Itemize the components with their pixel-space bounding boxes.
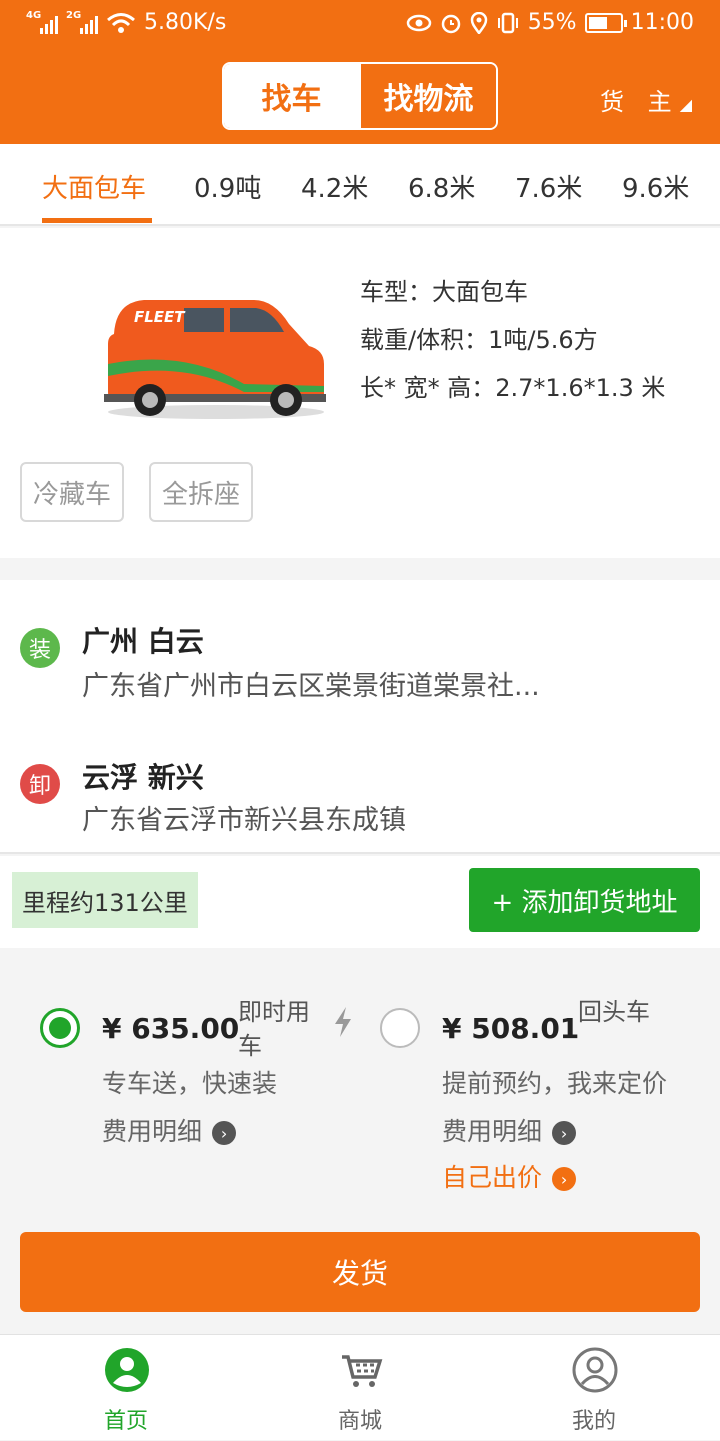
option-refrigerated[interactable]: 冷藏车 [20,462,124,522]
ship-button[interactable]: 发货 [20,1232,700,1312]
instant-price: ¥ 635.00 [102,1012,240,1045]
van-image: FLEET [104,300,326,419]
chevron-right-icon: › [552,1167,577,1191]
app-header: 4G 2G 5.80K/s 55% 11:00 找车 找物流 货 主◢ [0,0,720,144]
return-price-radio[interactable] [380,1008,420,1048]
vehicle-tab[interactable]: 6.8米 [408,168,475,205]
nav-label: 商城 [337,1409,382,1434]
status-bar: 4G 2G 5.80K/s 55% 11:00 [0,0,720,48]
cart-icon [342,1355,383,1387]
add-unload-address-button[interactable]: + 添加卸货地址 [469,868,700,932]
nav-label: 首页 [103,1409,148,1434]
return-price: ¥ 508.01 [442,1012,580,1045]
vehicle-card: FLEET 车型：大面包车 载重/体积：1吨/5.6方 长* 宽* 高：2.7*… [0,228,720,558]
chevron-right-icon: › [212,1121,237,1145]
load-address[interactable]: 广东省广州市白云区棠景街道棠景社... [82,664,540,703]
svg-text:FLEET: FLEET [134,308,186,326]
vehicle-tab[interactable]: 9.6米 [622,168,689,205]
instant-tag: 即时用 [238,998,310,1026]
load-badge: 装 [20,628,60,668]
nav-mall[interactable]: 商城 [240,1335,480,1441]
vehicle-type: 车型：大面包车 [360,278,528,306]
battery-icon [584,12,627,33]
fee-detail-label: 费用明细 [102,1117,203,1146]
instant-fee-detail[interactable]: 费用明细 › [102,1112,237,1148]
vehicle-tab[interactable]: 0.9吨 [194,168,261,205]
eye-icon [406,14,431,31]
role-switcher[interactable]: 货 主◢ [600,82,692,117]
tab-find-logistics[interactable]: 找物流 [359,64,496,128]
user-home-icon [105,1348,149,1392]
lightning-icon [335,1007,351,1037]
alarm-icon [441,14,460,33]
mode-switch: 找车 找物流 [222,62,498,130]
self-bid-link[interactable]: 自己出价 › [442,1158,577,1194]
route-card: 装 广州 白云 广东省广州市白云区棠景街道棠景社... 卸 云浮 新兴 广东省云… [0,580,720,854]
vehicle-type-tabs: 大面包车 0.9吨 4.2米 6.8米 7.6米 9.6米 [0,144,720,226]
option-seats-removed[interactable]: 全拆座 [149,462,253,522]
instant-desc: 专车送，快速装 [102,1069,278,1098]
location-icon [470,11,487,34]
unload-badge: 卸 [20,764,60,804]
profile-icon [572,1347,618,1393]
bottom-nav: 首页 商城 我的 [0,1334,720,1440]
vehicle-tab[interactable]: 4.2米 [301,168,368,205]
vehicle-capacity: 载重/体积：1吨/5.6方 [360,326,598,354]
cellular-signal-icon: 4G [26,10,58,34]
instant-price-radio[interactable] [40,1008,80,1048]
nav-label: 我的 [571,1409,616,1434]
load-city[interactable]: 广州 白云 [82,620,204,660]
distance-label: 里程约131公里 [12,872,198,928]
vibrate-icon [497,12,518,33]
return-tag: 回头车 [578,998,650,1026]
tab-find-vehicle[interactable]: 找车 [224,64,359,128]
nav-profile[interactable]: 我的 [474,1335,714,1441]
return-fee-detail[interactable]: 费用明细 › [442,1112,577,1148]
unload-address[interactable]: 广东省云浮市新兴县东成镇 [82,798,406,837]
dropdown-triangle-icon: ◢ [679,95,692,114]
return-desc: 提前预约，我来定价 [442,1069,668,1098]
network-speed: 5.80K/s [144,10,227,35]
battery-percent: 55% [527,10,577,35]
vehicle-dimensions: 长* 宽* 高：2.7*1.6*1.3 米 [360,374,666,402]
instant-tag-line2: 车 [238,1032,262,1060]
clock: 11:00 [630,10,694,35]
vehicle-tab[interactable]: 大面包车 [42,168,146,205]
cellular-signal-icon: 2G [66,10,98,34]
fee-detail-label: 费用明细 [442,1117,543,1146]
vehicle-tab[interactable]: 7.6米 [515,168,582,205]
wifi-icon [107,12,135,33]
chevron-right-icon: › [552,1121,577,1145]
active-tab-indicator [42,218,152,223]
route-actions: 里程约131公里 + 添加卸货地址 [0,856,720,948]
unload-city[interactable]: 云浮 新兴 [82,756,204,796]
role-label: 货 主 [600,88,680,116]
self-bid-label: 自己出价 [442,1163,543,1192]
nav-home[interactable]: 首页 [6,1335,246,1441]
